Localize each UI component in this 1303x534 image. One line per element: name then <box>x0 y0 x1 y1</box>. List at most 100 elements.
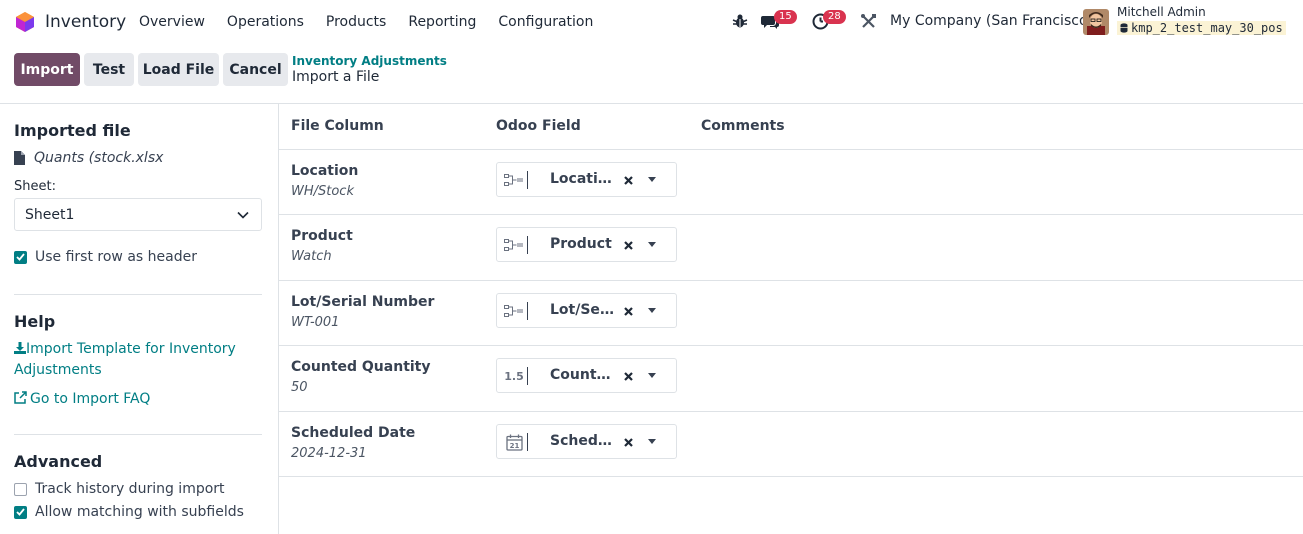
clear-field-icon[interactable] <box>622 237 634 253</box>
advanced-heading: Advanced <box>14 452 103 471</box>
inventory-app-icon[interactable] <box>14 11 36 33</box>
table-row-divider <box>279 280 1303 281</box>
table-row-divider <box>279 411 1303 412</box>
track-history-label: Track history during import <box>35 481 225 497</box>
calendar-icon: 21 <box>502 433 526 451</box>
relation-icon <box>502 171 526 189</box>
imported-file-row: Quants (stock.xlsx <box>14 150 163 166</box>
database-name: kmp_2_test_may_30_pos <box>1131 21 1283 35</box>
help-heading: Help <box>14 312 56 331</box>
dropdown-caret-icon[interactable] <box>648 242 656 247</box>
file-column-sample: WT-001 <box>291 315 340 330</box>
imported-file-heading: Imported file <box>14 121 131 140</box>
field-icon-divider <box>527 236 528 254</box>
odoo-field-select[interactable]: 21 Scheduled Date <box>496 424 677 459</box>
import-template-link[interactable]: Import Template for Inventory Adjustment… <box>14 339 254 381</box>
dropdown-caret-icon[interactable] <box>648 177 656 182</box>
svg-text:21: 21 <box>509 442 519 450</box>
file-column-sample: 2024-12-31 <box>291 446 367 461</box>
menu-operations[interactable]: Operations <box>227 14 304 30</box>
tools-icon[interactable] <box>860 13 877 30</box>
load-file-button[interactable]: Load File <box>138 53 219 86</box>
odoo-field-value: Lot/Serial Number <box>550 302 614 318</box>
table-row-divider <box>279 476 1303 477</box>
import-button[interactable]: Import <box>14 53 80 86</box>
file-column-name: Counted Quantity <box>291 359 431 375</box>
company-switcher[interactable]: My Company (San Francisco) <box>890 13 1093 29</box>
dropdown-caret-icon[interactable] <box>648 439 656 444</box>
odoo-field-value: Product <box>550 236 612 252</box>
file-column-sample: 50 <box>291 380 308 395</box>
first-row-header-option[interactable]: Use first row as header <box>14 249 197 265</box>
relation-icon <box>502 302 526 320</box>
main-menu: Overview Operations Products Reporting C… <box>139 14 615 30</box>
file-column-name: Location <box>291 163 359 179</box>
header-divider <box>0 103 1303 104</box>
first-row-header-label: Use first row as header <box>35 249 197 265</box>
import-template-link-text: Import Template for Inventory Adjustment… <box>14 341 236 378</box>
field-icon-divider <box>527 302 528 320</box>
header-odoo-field: Odoo Field <box>496 118 581 134</box>
checkmark-icon <box>16 508 25 516</box>
breadcrumb-current: Import a File <box>292 69 380 85</box>
odoo-field-select[interactable]: Lot/Serial Number <box>496 293 677 328</box>
breadcrumb-parent-link[interactable]: Inventory Adjustments <box>292 54 447 68</box>
menu-overview[interactable]: Overview <box>139 14 205 30</box>
header-file-column: File Column <box>291 118 384 134</box>
checkmark-icon <box>16 253 25 261</box>
debug-bug-icon[interactable] <box>732 13 748 29</box>
allow-matching-label: Allow matching with subfields <box>35 504 244 520</box>
field-icon-divider <box>527 367 528 385</box>
file-column-name: Product <box>291 228 353 244</box>
menu-products[interactable]: Products <box>326 14 386 30</box>
menu-configuration[interactable]: Configuration <box>498 14 593 30</box>
odoo-field-value: Location <box>550 171 614 187</box>
table-row-divider <box>279 149 1303 150</box>
sheet-label: Sheet: <box>14 179 56 194</box>
float-icon: 1.5 <box>504 369 524 383</box>
header-comments: Comments <box>701 118 785 134</box>
sidebar-divider <box>278 104 279 534</box>
file-column-sample: Watch <box>291 249 332 264</box>
app-name[interactable]: Inventory <box>45 12 126 32</box>
external-link-icon <box>14 391 27 404</box>
file-column-name: Scheduled Date <box>291 425 416 441</box>
allow-matching-option[interactable]: Allow matching with subfields <box>14 504 244 520</box>
odoo-field-select[interactable]: Product <box>496 227 677 262</box>
dropdown-caret-icon[interactable] <box>648 308 656 313</box>
menu-reporting[interactable]: Reporting <box>408 14 476 30</box>
clear-field-icon[interactable] <box>622 303 634 319</box>
dropdown-caret-icon[interactable] <box>648 373 656 378</box>
import-faq-link[interactable]: Go to Import FAQ <box>14 389 150 410</box>
allow-matching-checkbox[interactable] <box>14 505 27 519</box>
clear-field-icon[interactable] <box>622 172 634 188</box>
file-icon <box>14 151 25 165</box>
clear-field-icon[interactable] <box>622 368 634 384</box>
test-button[interactable]: Test <box>84 53 134 86</box>
imported-file-name: Quants (stock.xlsx <box>34 150 164 166</box>
user-name[interactable]: Mitchell Admin <box>1117 5 1206 19</box>
odoo-field-value: Scheduled Date <box>550 433 614 449</box>
sheet-select[interactable]: Sheet1 <box>14 198 262 231</box>
table-row-divider <box>279 345 1303 346</box>
odoo-field-select[interactable]: 1.5 Counted Quantity <box>496 358 677 393</box>
track-history-option[interactable]: Track history during import <box>14 481 225 497</box>
track-history-checkbox[interactable] <box>14 482 27 496</box>
cancel-button[interactable]: Cancel <box>223 53 288 86</box>
file-column-name: Lot/Serial Number <box>291 294 435 310</box>
clear-field-icon[interactable] <box>622 434 634 450</box>
user-avatar[interactable] <box>1083 9 1109 35</box>
first-row-header-checkbox[interactable] <box>14 250 27 264</box>
sheet-select-value: Sheet1 <box>25 206 75 223</box>
database-badge: kmp_2_test_may_30_pos <box>1117 21 1286 35</box>
activities-badge: 28 <box>823 10 846 24</box>
database-icon <box>1120 23 1128 33</box>
sidebar-separator <box>14 434 262 435</box>
odoo-field-select[interactable]: Location <box>496 162 677 197</box>
file-column-sample: WH/Stock <box>291 184 354 199</box>
import-faq-link-text: Go to Import FAQ <box>30 391 151 407</box>
download-icon <box>14 342 26 354</box>
chevron-down-icon <box>237 211 249 219</box>
field-icon-divider <box>527 433 528 451</box>
table-row-divider <box>279 214 1303 215</box>
